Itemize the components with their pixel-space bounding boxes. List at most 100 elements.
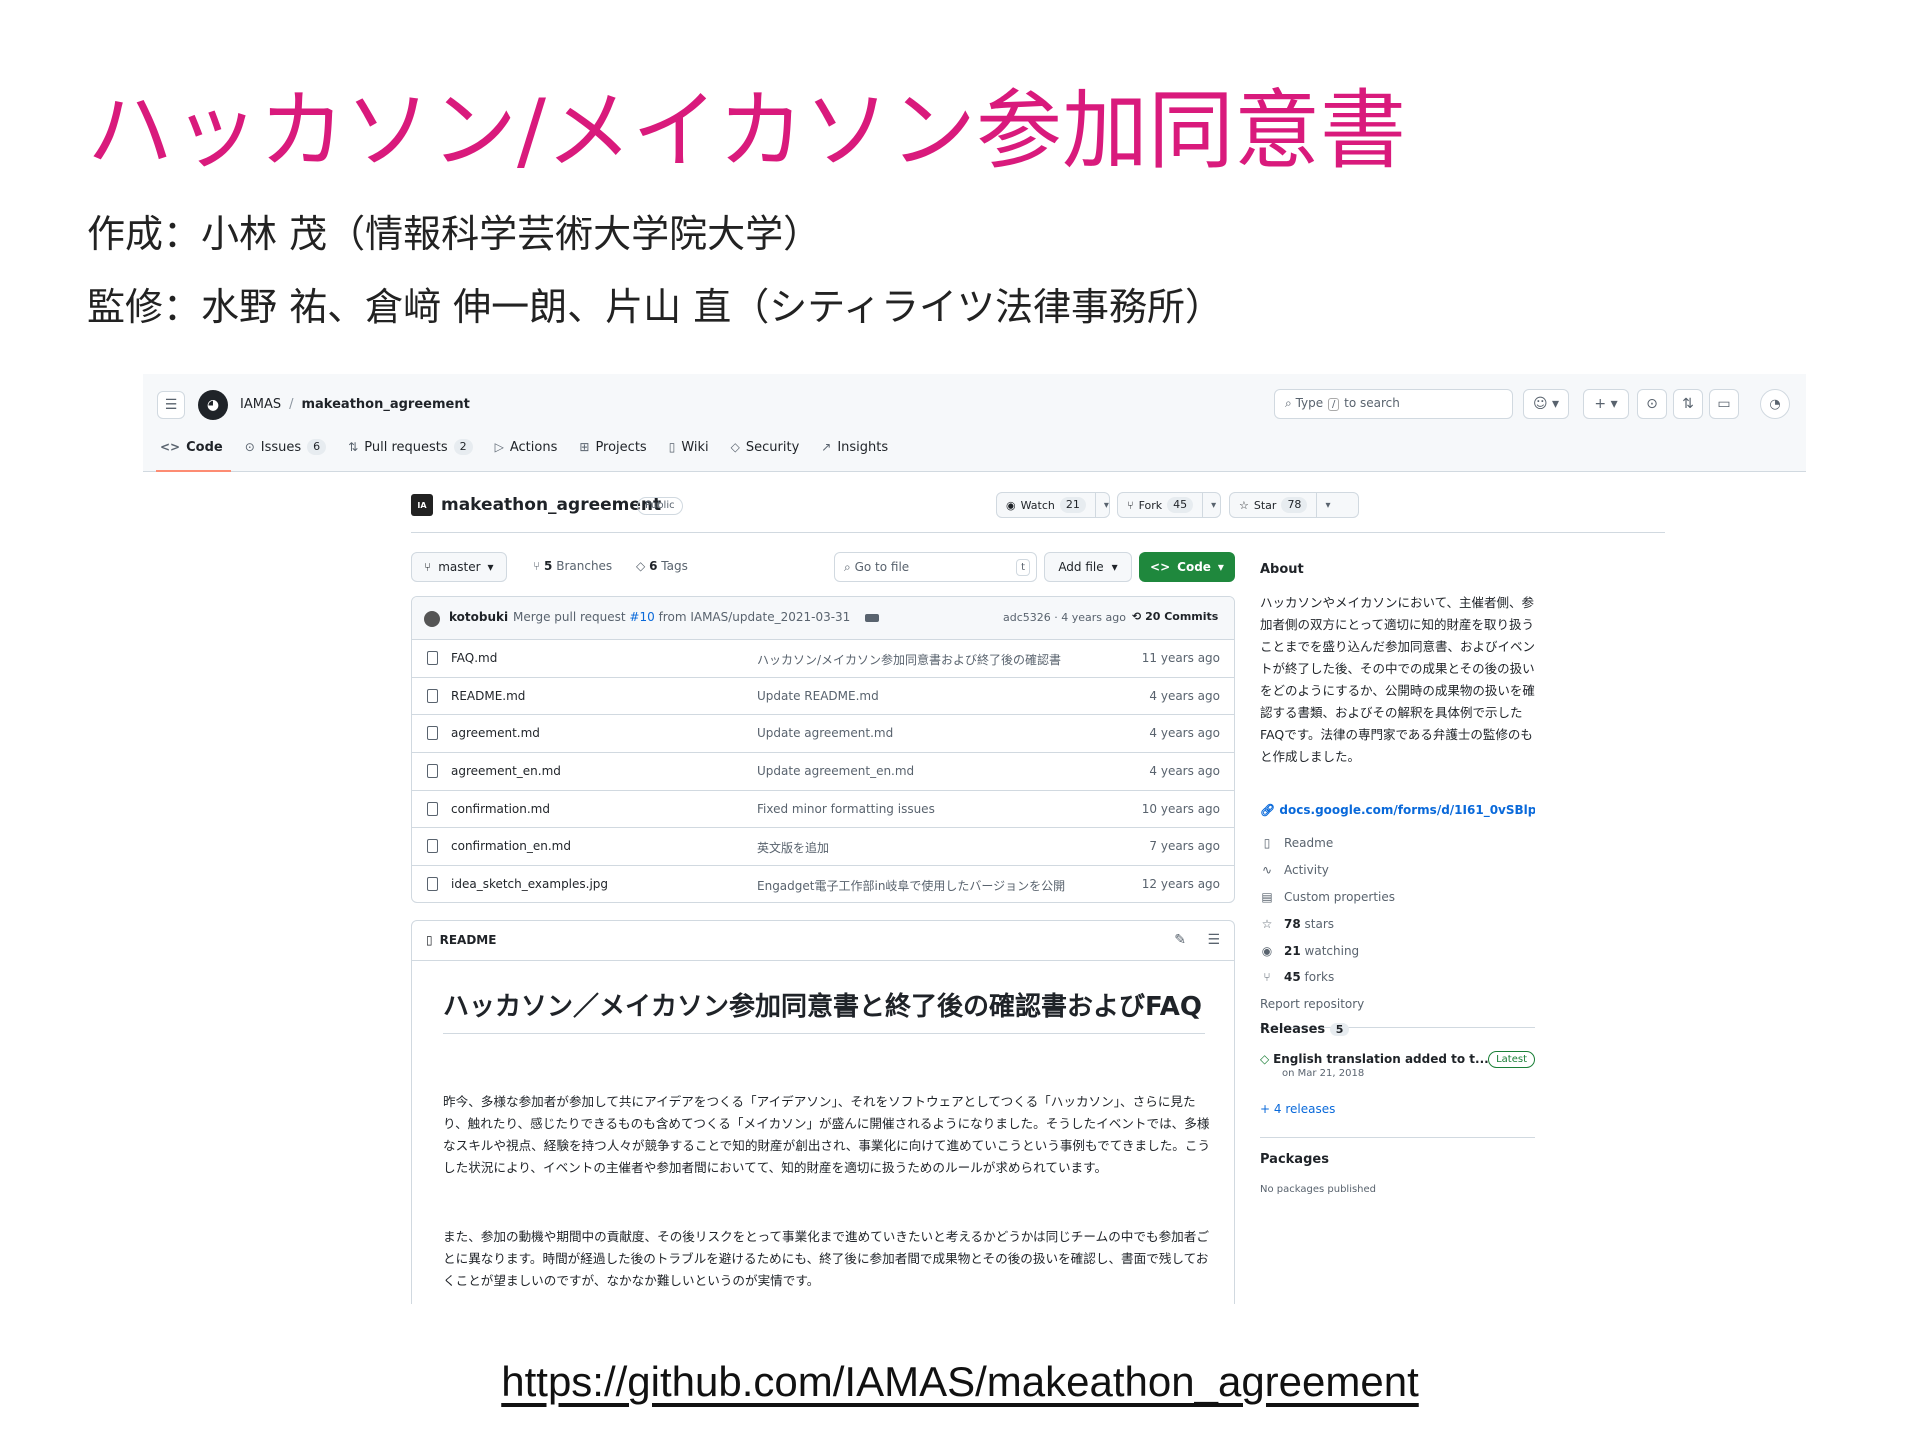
readme-panel: ▯ README ✎ ☰ ハッカソン／メイカソン参加同意書と終了後の確認書およびF… [411,920,1235,1304]
code-button[interactable]: <> Code ▾ [1139,552,1235,582]
tab-actions[interactable]: ▷ Actions [495,436,558,458]
repo-title-row: IA makeathon_agreement Public ◉ Watch 21 ▾ … [411,489,1665,521]
table-row[interactable]: confirmation_en.md 英文版を追加 7 years ago [412,828,1234,867]
pr-link[interactable]: #10 [629,610,654,624]
tags-count: 6 [649,559,658,573]
file-commit-message[interactable]: Update README.md [757,689,879,703]
table-row[interactable]: FAQ.md ハッカソン/メイカソン参加同意書および終了後の確認書 11 years… [412,640,1234,678]
table-row[interactable]: confirmation.md Fixed minor formatting is… [412,791,1234,829]
commit-author[interactable]: kotobuki [449,610,508,624]
sidebar-item-custom-properties[interactable]: ▤ Custom properties [1260,884,1535,911]
user-avatar[interactable]: ◔ [1760,389,1790,419]
commits-link[interactable]: ⟲ 20 Commits [1132,610,1218,623]
link-icon: 🔗︎ [1260,803,1276,817]
table-row[interactable]: idea_sketch_examples.jpg Engadget電子工作部in岐… [412,866,1234,902]
file-time: 4 years ago [1149,726,1220,741]
supervisor-credit: 監修：水野 祐、倉﨑 伸一朗、片山 直（シティライツ法律事務所） [87,285,1223,329]
note-icon: ▤ [1261,889,1273,904]
file-name[interactable]: confirmation.md [451,802,550,816]
star-label: Star [1253,498,1277,512]
fork-label: Fork [1138,498,1163,512]
search-input[interactable]: ⌕ Type / to search [1274,389,1513,419]
sidebar-item-readme[interactable]: ▯ Readme [1260,830,1535,857]
repo-name[interactable]: makeathon_agreement [441,495,661,515]
divider [411,532,1665,533]
repo-tabs: <> Code ⊙ Issues 6 ⇅ Pull requests 2 ▷ Actions… [156,436,910,472]
file-commit-message[interactable]: Fixed minor formatting issues [757,802,935,816]
breadcrumb-repo[interactable]: makeathon_agreement [301,397,469,412]
watch-button[interactable]: ◉ Watch 21 ▾ [996,492,1110,518]
tags-link[interactable]: ◇ 6 Tags [636,559,688,573]
sidebar-item-activity[interactable]: ∿ Activity [1260,857,1535,884]
breadcrumb-owner[interactable]: IAMAS [240,397,281,412]
avatar[interactable] [424,611,440,627]
releases-heading-wrap[interactable]: Releases 5 [1260,1022,1350,1038]
homepage-link[interactable]: 🔗︎ docs.google.com/forms/d/1I61_0vSBlp..… [1260,803,1535,817]
release-date: on Mar 21, 2018 [1282,1068,1365,1079]
readme-title: ハッカソン／メイカソン参加同意書と終了後の確認書およびFAQ [443,989,1205,1034]
branch-select[interactable]: ⑂ master ▾ [411,552,507,582]
outline-list-icon[interactable]: ☰ [1207,932,1220,948]
github-header: ☰ ◕ IAMAS / makeathon_agreement ⌕ Type / t… [143,374,1806,472]
pull-requests-button[interactable]: ⇅ [1673,389,1703,419]
tab-pull-requests[interactable]: ⇅ Pull requests 2 [348,436,473,458]
table-row[interactable]: agreement_en.md Update agreement_en.md 4 y… [412,753,1234,791]
about-heading: About [1260,562,1304,577]
file-name[interactable]: confirmation_en.md [451,839,571,853]
inbox-button[interactable]: ▭ [1709,389,1739,419]
tab-wiki[interactable]: ▯ Wiki [669,436,709,458]
tab-code[interactable]: <> Code [156,436,231,472]
fork-button[interactable]: ⑂ Fork 45 ▾ [1117,492,1221,518]
file-commit-message[interactable]: 英文版を追加 [757,839,829,856]
repository-url[interactable]: https://github.com/IAMAS/makeathon_agree… [0,1358,1920,1406]
sidebar-item-forks[interactable]: ⑂ 45 forks [1260,964,1535,991]
create-new-button[interactable]: + ▾ [1583,389,1629,419]
book-icon: ▯ [1263,836,1271,851]
issues-button[interactable]: ⊙ [1637,389,1667,419]
sidebar-item-label: Activity [1284,863,1329,878]
file-commit-message[interactable]: Update agreement_en.md [757,764,914,778]
copilot-button[interactable]: ☺ ▾ [1523,389,1569,419]
file-commit-message[interactable]: ハッカソン/メイカソン参加同意書および終了後の確認書 [757,651,1061,668]
pull-request-icon: ⇅ [348,440,359,454]
github-screenshot: ☰ ◕ IAMAS / makeathon_agreement ⌕ Type / t… [143,374,1806,1304]
latest-release[interactable]: ◇ English translation added to t... Late… [1260,1051,1535,1079]
file-commit-message[interactable]: Update agreement.md [757,726,893,740]
table-row[interactable]: agreement.md Update agreement.md 4 years a… [412,715,1234,754]
report-repository-link[interactable]: Report repository [1260,991,1535,1018]
file-icon [427,651,438,665]
stars-count: 78 [1284,916,1301,931]
file-name[interactable]: agreement_en.md [451,764,561,778]
file-name[interactable]: agreement.md [451,726,540,740]
tab-projects[interactable]: ⊞ Projects [579,436,646,458]
branches-link[interactable]: ⑂ 5 Branches [533,559,612,573]
commit-message[interactable]: Merge pull request #10 from IAMAS/update… [513,610,850,624]
file-name[interactable]: idea_sketch_examples.jpg [451,877,608,891]
tab-insights[interactable]: ↗ Insights [821,436,888,458]
file-name[interactable]: README.md [451,689,525,703]
file-time: 11 years ago [1141,651,1220,665]
more-releases-link[interactable]: + 4 releases [1260,1102,1335,1116]
pull-requests-count: 2 [453,439,473,455]
readme-tab[interactable]: ▯ README [426,933,496,947]
commit-message-suffix: from IAMAS/update_2021-03-31 [658,610,851,624]
go-to-file-shortcut: t [1016,559,1030,576]
pencil-icon[interactable]: ✎ [1174,932,1186,948]
add-file-button[interactable]: Add file ▾ [1044,552,1132,582]
sidebar-item-watching[interactable]: ◉ 21 watching [1260,937,1535,964]
github-logo-icon[interactable]: ◕ [198,390,228,420]
file-name[interactable]: FAQ.md [451,651,497,665]
ellipsis-icon[interactable] [865,614,879,622]
branches-count: 5 [544,559,553,573]
hamburger-menu-button[interactable]: ☰ [157,391,185,419]
tab-issues[interactable]: ⊙ Issues 6 [245,436,327,458]
tab-security[interactable]: ◇ Security [731,436,800,458]
table-row[interactable]: README.md Update README.md 4 years ago [412,678,1234,716]
file-commit-message[interactable]: Engadget電子工作部in岐阜で使用したバージョンを公開 [757,877,1065,894]
sidebar-item-stars[interactable]: ☆ 78 stars [1260,910,1535,937]
commit-sha-time[interactable]: adc5326 · 4 years ago [1003,611,1126,624]
star-button[interactable]: ☆ Star 78 ▾ [1229,492,1359,518]
go-to-file-input[interactable]: ⌕ Go to file t [834,552,1037,582]
search-shortcut-key: / [1327,398,1340,411]
commit-message-prefix: Merge pull request [513,610,626,624]
